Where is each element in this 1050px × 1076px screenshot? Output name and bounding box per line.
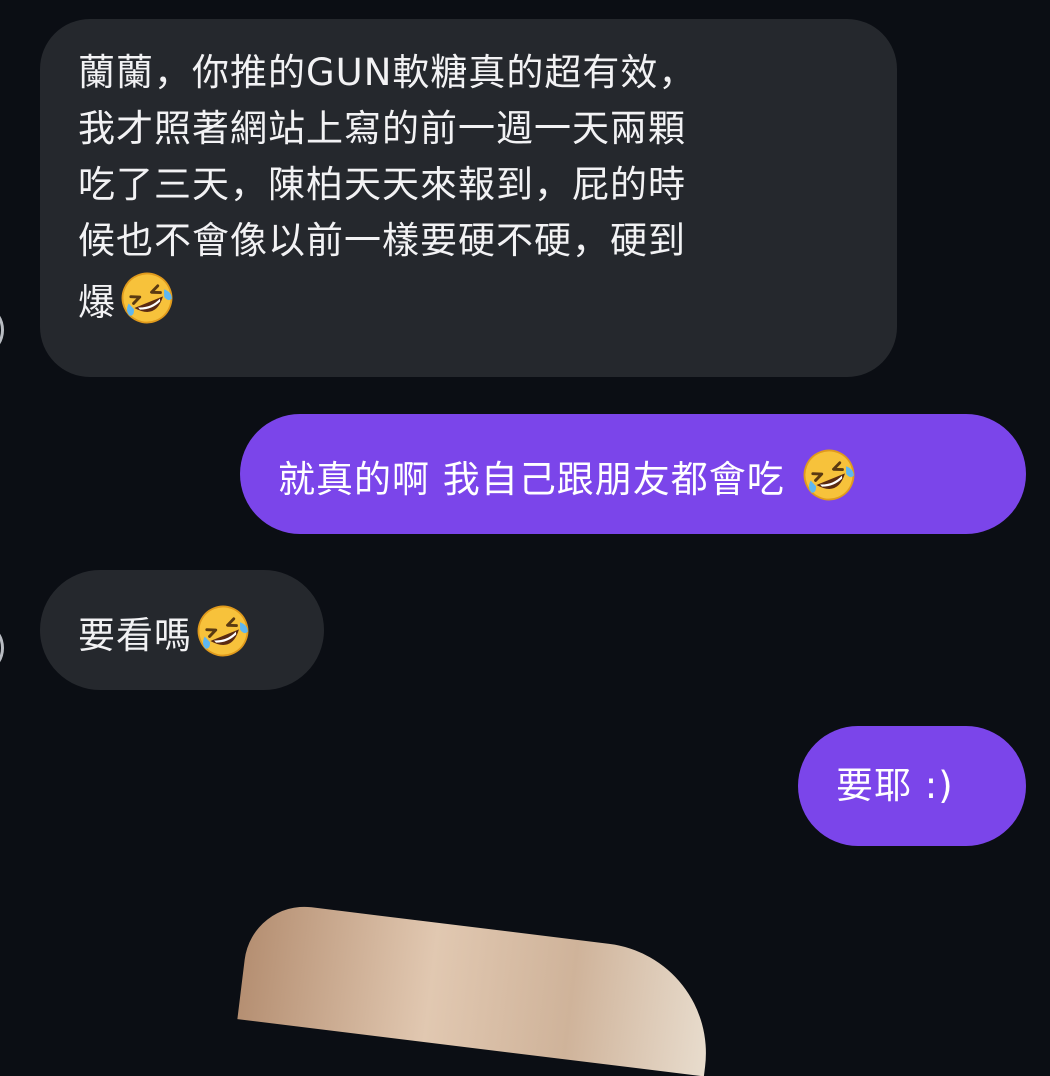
- message-text: 要看嗎: [78, 614, 192, 657]
- rolling-on-floor-laughing-icon: [800, 446, 858, 504]
- message-line: 蘭蘭，你推的GUN軟糖真的超有效，: [78, 51, 697, 94]
- chat-thread: 蘭蘭，你推的GUN軟糖真的超有效， 我才照著網站上寫的前一週一天兩顆 吃了三天，…: [0, 0, 1050, 1076]
- message-line: 我才照著網站上寫的前一週一天兩顆: [78, 107, 686, 150]
- contact-avatar[interactable]: [0, 309, 4, 351]
- message-bubble-outgoing[interactable]: 要耶 :): [798, 726, 1026, 846]
- rolling-on-floor-laughing-icon: [194, 602, 252, 660]
- shared-photo-attachment[interactable]: [237, 900, 719, 1076]
- message-bubble-outgoing[interactable]: 就真的啊 我自己跟朋友都會吃: [240, 414, 1026, 534]
- message-text: 要耶 :): [836, 764, 954, 807]
- message-line: 爆: [78, 281, 116, 324]
- message-line: 吃了三天，陳柏天天來報到，屁的時: [78, 163, 686, 206]
- message-bubble-incoming[interactable]: 蘭蘭，你推的GUN軟糖真的超有效， 我才照著網站上寫的前一週一天兩顆 吃了三天，…: [40, 19, 897, 377]
- message-last-line: 爆: [78, 269, 857, 331]
- message-bubble-incoming[interactable]: 要看嗎: [40, 570, 324, 690]
- message-line: 候也不會像以前一樣要硬不硬，硬到: [78, 219, 686, 262]
- rolling-on-floor-laughing-icon: [118, 269, 176, 327]
- message-text: 就真的啊 我自己跟朋友都會吃: [278, 458, 798, 501]
- contact-avatar[interactable]: [0, 627, 4, 669]
